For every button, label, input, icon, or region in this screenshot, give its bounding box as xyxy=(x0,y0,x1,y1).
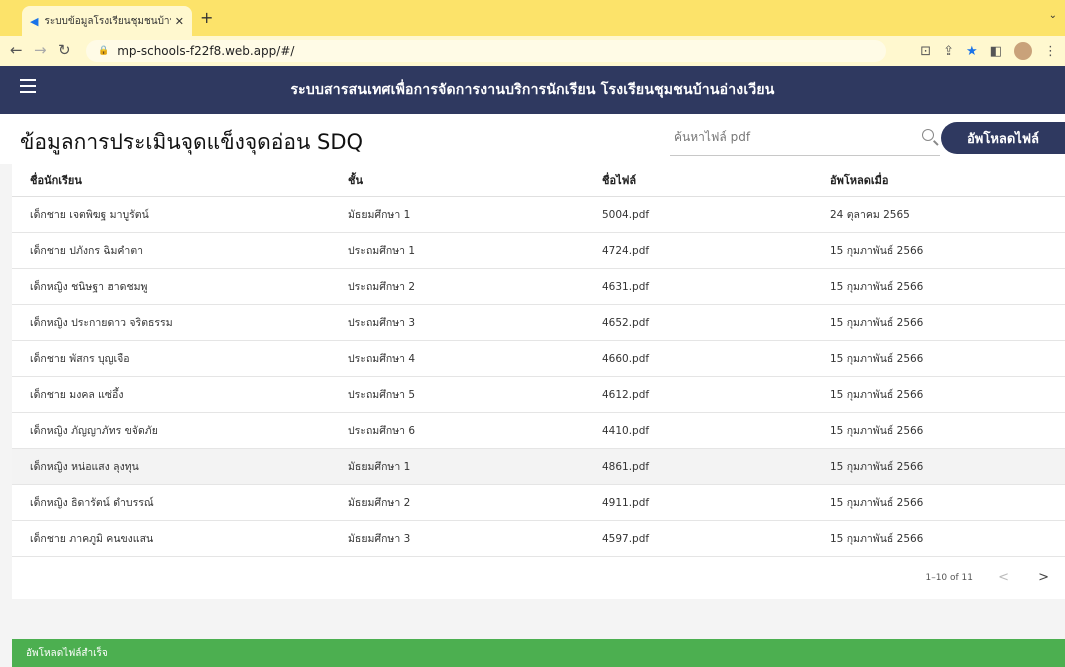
page-header: ข้อมูลการประเมินจุดแข็งจุดอ่อน SDQ อัพโห… xyxy=(0,114,1065,164)
cell-student-name: เด็กหญิง หน่อแสง ลุงทุน xyxy=(12,448,330,485)
snackbar-message: อัพโหลดไฟล์สำเร็จ xyxy=(26,647,108,659)
share-icon[interactable]: ⇪ xyxy=(943,44,954,59)
cell-grade: ประถมศึกษา 6 xyxy=(330,412,584,449)
table-row[interactable]: เด็กชาย ภาคภูมิ คนขงแสน มัธยมศึกษา 3 4597.… xyxy=(12,520,1065,557)
browser-toolbar-icons: ⊡ ⇪ ★ ◧ ⋮ xyxy=(920,42,1057,60)
cell-student-name: เด็กหญิง ภัญญาภัทร ขจัดภัย xyxy=(12,412,330,449)
table-row[interactable]: เด็กชาย พัสกร บุญเจือ ประถมศึกษา 4 4660.pd… xyxy=(12,340,1065,377)
upload-success-snackbar: อัพโหลดไฟล์สำเร็จ xyxy=(12,639,1065,667)
search-icon[interactable] xyxy=(922,129,934,141)
table-header-row: ชื่อนักเรียน ชั้น ชื่อไฟล์ อัพโหลดเมื่อ xyxy=(12,164,1065,197)
cell-uploaded-at: 15 กุมภาพันธ์ 2566 xyxy=(812,520,1065,557)
bookmark-star-icon[interactable]: ★ xyxy=(966,44,978,59)
cell-filename[interactable]: 4660.pdf xyxy=(584,340,812,377)
cell-uploaded-at: 15 กุมภาพันธ์ 2566 xyxy=(812,376,1065,413)
close-tab-icon[interactable]: ✕ xyxy=(175,15,184,28)
cell-student-name: เด็กชาย พัสกร บุญเจือ xyxy=(12,340,330,377)
search-box xyxy=(670,122,940,156)
browser-tab-title: ระบบข้อมูลโรงเรียนชุมชนบ้านอ่างเ... xyxy=(44,15,170,27)
cell-filename[interactable]: 4911.pdf xyxy=(584,484,812,521)
table-row[interactable]: เด็กชาย ปภังกร ฉิมคำตา ประถมศึกษา 1 4724.p… xyxy=(12,232,1065,269)
column-header-filename[interactable]: ชื่อไฟล์ xyxy=(584,164,812,197)
cell-grade: ประถมศึกษา 3 xyxy=(330,304,584,341)
table-row[interactable]: เด็กชาย มงคล แซ่อึ้ง ประถมศึกษา 5 4612.pdf… xyxy=(12,376,1065,413)
cell-filename[interactable]: 4861.pdf xyxy=(584,448,812,485)
table-row[interactable]: เด็กหญิง ธิดารัตน์ ดำบรรณ์ มัธยมศึกษา 2 49… xyxy=(12,484,1065,521)
reload-icon[interactable]: ↻ xyxy=(58,41,71,59)
browser-menu-icon[interactable]: ⋮ xyxy=(1044,44,1057,59)
cell-grade: ประถมศึกษา 1 xyxy=(330,232,584,269)
chevron-left-icon[interactable]: < xyxy=(998,570,1009,585)
cell-uploaded-at: 15 กุมภาพันธ์ 2566 xyxy=(812,268,1065,305)
cell-student-name: เด็กหญิง ประกายดาว จริตธรรม xyxy=(12,304,330,341)
cell-filename[interactable]: 4652.pdf xyxy=(584,304,812,341)
column-header-grade[interactable]: ชั้น xyxy=(330,164,584,197)
profile-avatar[interactable] xyxy=(1014,42,1032,60)
tab-search-icon[interactable]: ⌄ xyxy=(1049,10,1057,21)
install-icon[interactable]: ⊡ xyxy=(920,44,931,59)
search-input[interactable] xyxy=(670,122,908,152)
cell-filename[interactable]: 4597.pdf xyxy=(584,520,812,557)
cell-grade: มัธยมศึกษา 3 xyxy=(330,520,584,557)
cell-grade: ประถมศึกษา 5 xyxy=(330,376,584,413)
cell-grade: มัธยมศึกษา 1 xyxy=(330,448,584,485)
table-row[interactable]: เด็กหญิง ประกายดาว จริตธรรม ประถมศึกษา 34… xyxy=(12,304,1065,341)
cell-grade: ประถมศึกษา 2 xyxy=(330,268,584,305)
pagination: 1–10 of 11 < > xyxy=(12,557,1065,599)
cell-grade: ประถมศึกษา 4 xyxy=(330,340,584,377)
lock-icon: 🔒 xyxy=(98,46,110,56)
cell-uploaded-at: 15 กุมภาพันธ์ 2566 xyxy=(812,484,1065,521)
browser-tab[interactable]: ◀ ระบบข้อมูลโรงเรียนชุมชนบ้านอ่างเ... ✕ xyxy=(22,6,192,36)
pagination-range: 1–10 of 11 xyxy=(925,573,973,583)
cell-filename[interactable]: 4631.pdf xyxy=(584,268,812,305)
cell-filename[interactable]: 4612.pdf xyxy=(584,376,812,413)
upload-file-button[interactable]: อัพโหลดไฟล์ xyxy=(941,122,1065,154)
back-icon[interactable]: ← xyxy=(10,41,23,59)
browser-tab-bar: ◀ ระบบข้อมูลโรงเรียนชุมชนบ้านอ่างเ... ✕ … xyxy=(0,0,1065,36)
cell-uploaded-at: 15 กุมภาพันธ์ 2566 xyxy=(812,232,1065,269)
cell-filename[interactable]: 5004.pdf xyxy=(584,196,812,233)
cell-student-name: เด็กหญิง ชนิษฐา ฮาดชมพู xyxy=(12,268,330,305)
new-tab-button[interactable]: + xyxy=(200,8,213,27)
cell-student-name: เด็กชาย ภาคภูมิ คนขงแสน xyxy=(12,520,330,557)
flutter-favicon-icon: ◀ xyxy=(30,14,39,28)
cell-student-name: เด็กชาย ปภังกร ฉิมคำตา xyxy=(12,232,330,269)
url-text: mp-schools-f22f8.web.app/#/ xyxy=(117,44,295,58)
table-row[interactable]: เด็กชาย เจตพิฆฐ มาบูรัตน์ มัธยมศึกษา 1 500… xyxy=(12,196,1065,233)
cell-filename[interactable]: 4410.pdf xyxy=(584,412,812,449)
menu-icon[interactable] xyxy=(20,79,36,93)
column-header-uploaded-at[interactable]: อัพโหลดเมื่อ xyxy=(812,164,1065,197)
cell-student-name: เด็กหญิง ธิดารัตน์ ดำบรรณ์ xyxy=(12,484,330,521)
chevron-right-icon[interactable]: > xyxy=(1038,570,1049,585)
table-row[interactable]: เด็กหญิง ชนิษฐา ฮาดชมพู ประถมศึกษา 2 4631.… xyxy=(12,268,1065,305)
url-field[interactable]: 🔒 mp-schools-f22f8.web.app/#/ xyxy=(86,40,886,62)
column-header-student-name[interactable]: ชื่อนักเรียน xyxy=(12,164,330,197)
cell-grade: มัธยมศึกษา 1 xyxy=(330,196,584,233)
table-row[interactable]: เด็กหญิง ภัญญาภัทร ขจัดภัย ประถมศึกษา 6 44… xyxy=(12,412,1065,449)
data-table: ชื่อนักเรียน ชั้น ชื่อไฟล์ อัพโหลดเมื่อ … xyxy=(12,164,1065,599)
cell-grade: มัธยมศึกษา 2 xyxy=(330,484,584,521)
cell-uploaded-at: 24 ตุลาคม 2565 xyxy=(812,196,1065,233)
app-title: ระบบสารสนเทศเพื่อการจัดการงานบริการนักเร… xyxy=(290,82,775,98)
cell-uploaded-at: 15 กุมภาพันธ์ 2566 xyxy=(812,448,1065,485)
cell-uploaded-at: 15 กุมภาพันธ์ 2566 xyxy=(812,304,1065,341)
cell-filename[interactable]: 4724.pdf xyxy=(584,232,812,269)
cell-uploaded-at: 15 กุมภาพันธ์ 2566 xyxy=(812,412,1065,449)
page-title: ข้อมูลการประเมินจุดแข็งจุดอ่อน SDQ xyxy=(20,130,364,154)
app-bar: ระบบสารสนเทศเพื่อการจัดการงานบริการนักเร… xyxy=(0,66,1065,114)
cell-uploaded-at: 15 กุมภาพันธ์ 2566 xyxy=(812,340,1065,377)
address-bar: ← → ↻ 🔒 mp-schools-f22f8.web.app/#/ ⊡ ⇪ … xyxy=(0,36,1065,67)
cell-student-name: เด็กชาย มงคล แซ่อึ้ง xyxy=(12,376,330,413)
forward-icon[interactable]: → xyxy=(34,41,47,59)
cell-student-name: เด็กชาย เจตพิฆฐ มาบูรัตน์ xyxy=(12,196,330,233)
table-row[interactable]: เด็กหญิง หน่อแสง ลุงทุน มัธยมศึกษา 1 4861.… xyxy=(12,448,1065,485)
side-panel-icon[interactable]: ◧ xyxy=(990,44,1002,59)
